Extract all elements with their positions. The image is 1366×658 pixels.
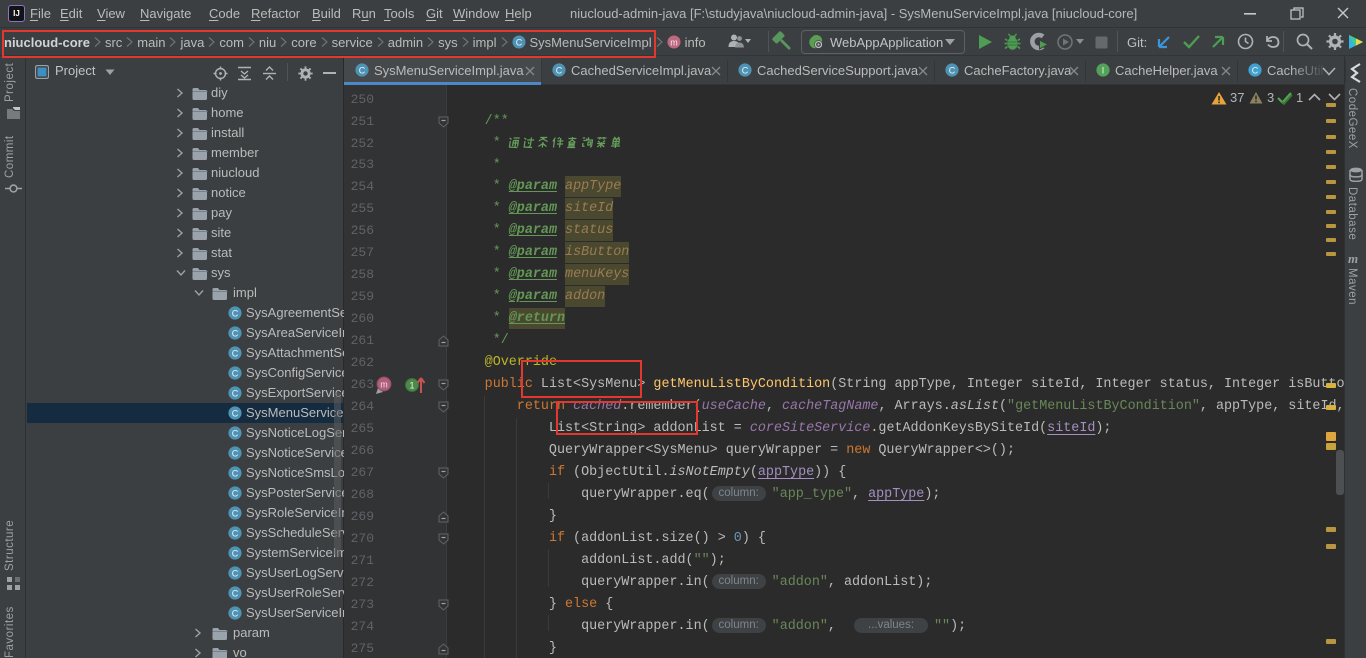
svg-text:C: C	[742, 65, 749, 75]
svg-text:C: C	[232, 408, 239, 418]
svg-text:C: C	[359, 65, 366, 75]
svg-text:1: 1	[409, 381, 414, 391]
svg-text:C: C	[949, 65, 956, 75]
svg-text:C: C	[232, 428, 239, 438]
svg-text:C: C	[232, 348, 239, 358]
svg-text:C: C	[232, 368, 239, 378]
svg-text:C: C	[232, 308, 239, 318]
svg-text:m: m	[380, 380, 388, 390]
svg-text:C: C	[1252, 65, 1259, 75]
svg-text:m: m	[670, 37, 678, 47]
svg-text:C: C	[232, 588, 239, 598]
svg-text:C: C	[232, 608, 239, 618]
svg-text:I: I	[1102, 65, 1105, 75]
svg-text:C: C	[556, 65, 563, 75]
svg-text:C: C	[232, 508, 239, 518]
svg-text:C: C	[232, 468, 239, 478]
svg-text:C: C	[232, 448, 239, 458]
svg-text:C: C	[232, 488, 239, 498]
svg-text:C: C	[232, 548, 239, 558]
svg-text:C: C	[232, 388, 239, 398]
svg-text:C: C	[232, 528, 239, 538]
svg-text:C: C	[232, 328, 239, 338]
svg-text:C: C	[232, 568, 239, 578]
